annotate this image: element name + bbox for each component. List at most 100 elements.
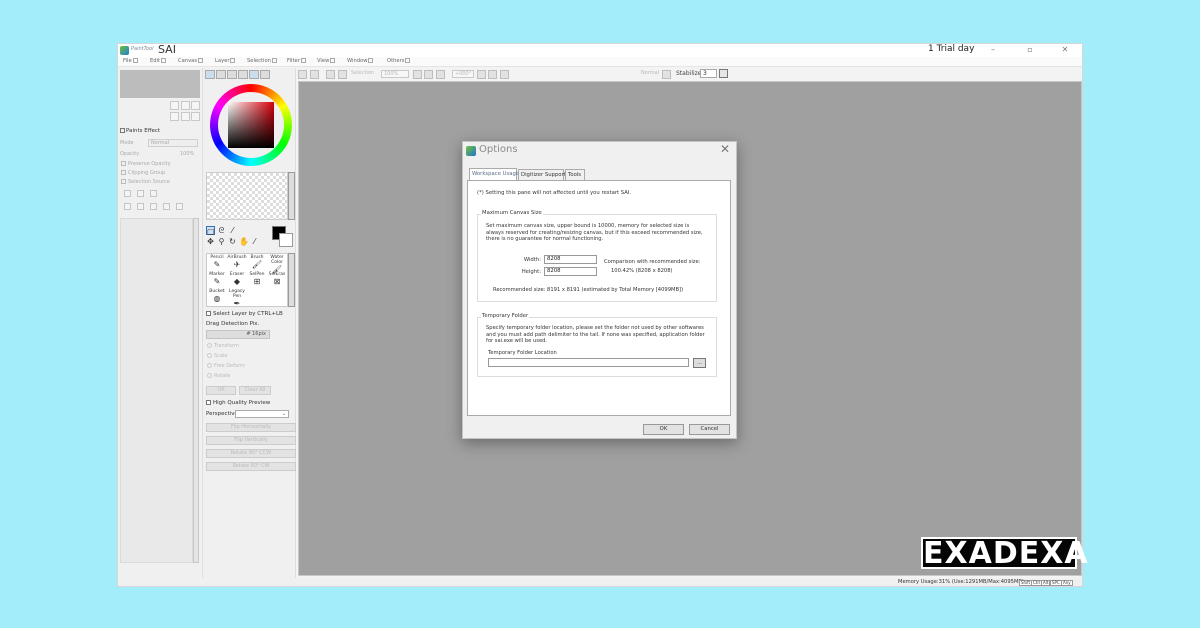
hand-icon[interactable]: ✋	[239, 237, 249, 246]
layer-list-scrollbar[interactable]	[193, 218, 199, 563]
height-input[interactable]: 8208	[544, 267, 597, 276]
color-wheel-tab[interactable]	[205, 70, 215, 79]
transform-ok-button[interactable]: OK	[206, 386, 236, 395]
lasso-icon[interactable]: ᘓ	[217, 226, 226, 235]
stabilizer-field[interactable]: 3	[700, 69, 717, 78]
perspective-select[interactable]: ⌄	[235, 410, 289, 418]
paints-effect-header[interactable]: Paints Effect	[120, 128, 160, 134]
layer-mask-icon[interactable]	[163, 203, 170, 210]
nav-rotate-left[interactable]	[170, 112, 179, 121]
menu-others[interactable]: Others	[387, 58, 411, 64]
bucket-tool[interactable]: Bucket ◍	[207, 289, 227, 307]
zoom-icon[interactable]: ⚲	[217, 237, 226, 246]
flip-horizontal-button[interactable]: Flip Horizontally	[206, 423, 296, 432]
layer-transfer-icon[interactable]	[124, 203, 131, 210]
legacy-pen-tool[interactable]: Legacy Pen ✒	[227, 289, 247, 308]
watercolor-tool[interactable]: Water Color 🖌	[267, 255, 287, 274]
temp-folder-input[interactable]	[488, 358, 689, 367]
nav-rotate-reset[interactable]	[191, 112, 200, 121]
zoom-in-button[interactable]	[424, 70, 433, 79]
nav-zoom-out[interactable]	[181, 101, 190, 110]
layer-delete-icon[interactable]	[176, 203, 183, 210]
brush-scrollbar[interactable]	[288, 253, 295, 307]
rotate-field[interactable]: +000°	[452, 70, 474, 78]
minimize-button[interactable]: –	[978, 44, 1008, 57]
clear-all-button[interactable]: Clear All	[239, 386, 271, 395]
ok-button[interactable]: OK	[643, 424, 684, 435]
browse-button[interactable]: ...	[693, 358, 706, 368]
move-icon[interactable]: ✥	[206, 237, 215, 246]
flip-vertical-button[interactable]: Flip Vertically	[206, 436, 296, 445]
drag-detection-field[interactable]: # 16pix	[206, 330, 270, 339]
mode-select[interactable]: Normal	[148, 139, 198, 147]
toolbar-button[interactable]	[298, 70, 307, 79]
mixer-tab[interactable]	[260, 70, 270, 79]
menu-filter[interactable]: Filter	[287, 58, 306, 64]
clipping-group-check[interactable]: Clipping Group	[121, 170, 165, 176]
rotate-radio[interactable]: Rotate	[207, 373, 230, 379]
toolbar-button[interactable]	[326, 70, 335, 79]
selection-source-check[interactable]: Selection Source	[121, 179, 170, 185]
toolbar-button[interactable]	[310, 70, 319, 79]
preserve-opacity-check[interactable]: Preserve Opacity	[121, 161, 171, 167]
zoom-reset-button[interactable]	[436, 70, 445, 79]
hsv-slider-tab[interactable]	[227, 70, 237, 79]
tab-digitizer-support[interactable]: Digitizer Support	[518, 169, 566, 180]
rgb-slider-tab[interactable]	[216, 70, 226, 79]
menu-canvas[interactable]: Canvas	[178, 58, 204, 64]
close-button[interactable]: ✕	[1050, 44, 1080, 57]
eyedropper-icon[interactable]: ⁄	[250, 237, 259, 246]
layer-clear-icon[interactable]	[150, 203, 157, 210]
nav-rotate-right[interactable]	[181, 112, 190, 121]
zoom-out-button[interactable]	[413, 70, 422, 79]
rotate-reset-button[interactable]	[500, 70, 509, 79]
layer-merge-icon[interactable]	[137, 203, 144, 210]
menu-selection[interactable]: Selection	[247, 58, 277, 64]
high-quality-preview-check[interactable]: High Quality Preview	[206, 400, 270, 406]
eraser-tool[interactable]: Eraser ◆	[227, 272, 247, 290]
maximize-button[interactable]: ▫	[1015, 44, 1045, 57]
nav-zoom-in[interactable]	[170, 101, 179, 110]
pencil-tool[interactable]: Pencil ✎	[207, 255, 227, 273]
navigator-preview[interactable]	[120, 70, 200, 98]
stabilizer-dropdown[interactable]	[719, 69, 728, 78]
scratchpad-scrollbar[interactable]	[288, 172, 295, 220]
rect-select-icon[interactable]: ▢	[206, 226, 215, 236]
new-layer-icon[interactable]	[124, 190, 131, 197]
opacity-value[interactable]: 100%	[180, 151, 194, 157]
menu-view[interactable]: View	[317, 58, 336, 64]
menu-layer[interactable]: Layer	[215, 58, 236, 64]
scale-radio[interactable]: Scale	[207, 353, 227, 359]
cancel-button[interactable]: Cancel	[689, 424, 730, 435]
scratchpad-tab[interactable]	[249, 70, 259, 79]
new-folder-icon[interactable]	[150, 190, 157, 197]
rotate-icon[interactable]: ↻	[228, 237, 237, 246]
width-input[interactable]: 8208	[544, 255, 597, 264]
selpen-tool[interactable]: SelPen ⊞	[247, 272, 267, 290]
toolbar-button[interactable]	[338, 70, 347, 79]
scratchpad-area[interactable]	[206, 172, 288, 220]
airbrush-tool[interactable]: AirBrush ✈	[227, 255, 247, 273]
seleras-tool[interactable]: SelEras ⊠	[267, 272, 287, 290]
free-deform-radio[interactable]: Free Deform	[207, 363, 245, 369]
rotate-cw-button[interactable]: Rotate 90° CW	[206, 462, 296, 471]
rotate-ccw-button[interactable]: Rotate 90° CCW	[206, 449, 296, 458]
marker-tool[interactable]: Marker ✎	[207, 272, 227, 290]
saturation-value-square[interactable]	[228, 102, 274, 148]
menu-edit[interactable]: Edit	[150, 58, 167, 64]
rotate-left-button[interactable]	[477, 70, 486, 79]
color-wheel[interactable]	[210, 84, 292, 166]
menu-file[interactable]: File	[123, 58, 138, 64]
tab-tools[interactable]: Tools	[565, 169, 585, 180]
magic-wand-icon[interactable]: ⁄	[228, 226, 237, 235]
select-layer-ctrl-check[interactable]: Select Layer by CTRL+LB	[206, 311, 283, 317]
normal-mode[interactable]: Normal	[641, 70, 659, 76]
tab-workspace-usage[interactable]: Workspace Usage	[469, 168, 519, 180]
rotate-right-button[interactable]	[488, 70, 497, 79]
dialog-close-button[interactable]: ✕	[720, 142, 730, 156]
transform-radio[interactable]: Transform	[207, 343, 239, 349]
swatch-tab[interactable]	[238, 70, 248, 79]
menu-window[interactable]: Window	[347, 58, 374, 64]
layer-list[interactable]	[120, 218, 193, 563]
brush-tool[interactable]: Brush 🖌	[247, 255, 267, 273]
